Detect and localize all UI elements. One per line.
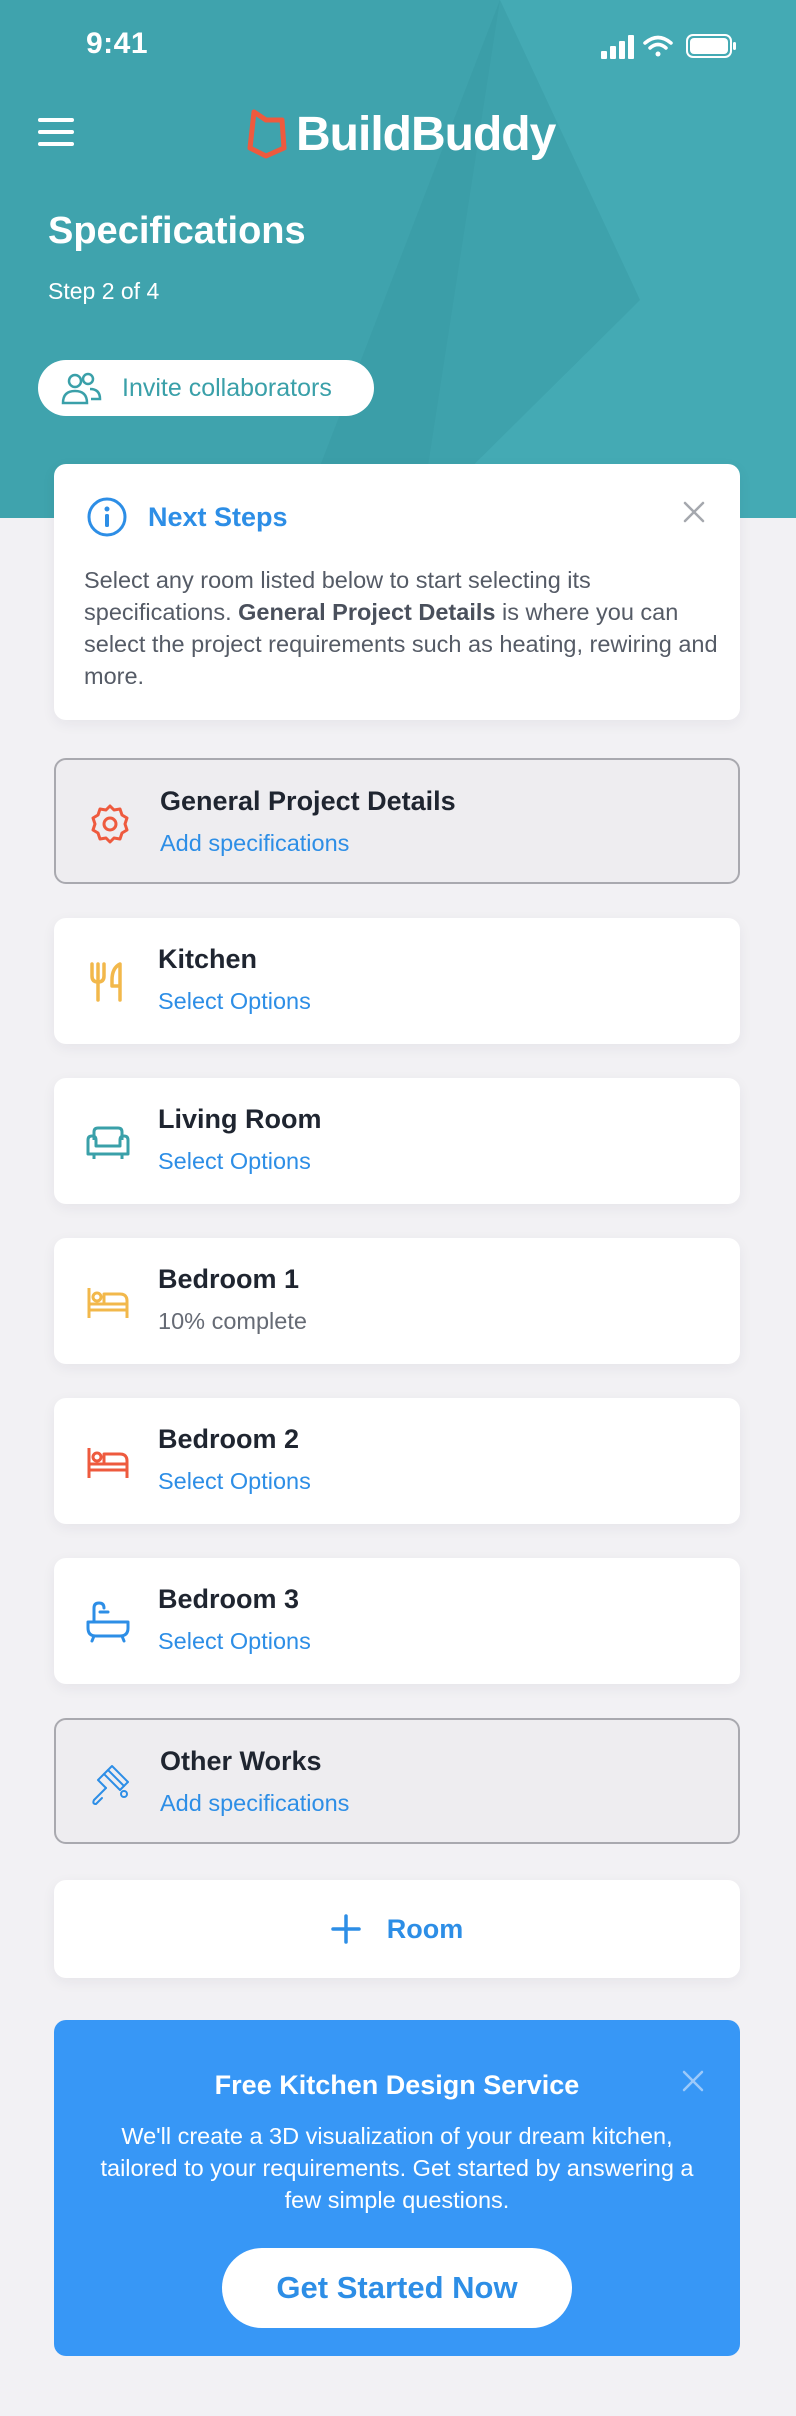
page-title: Specifications: [48, 210, 306, 252]
menu-button[interactable]: [36, 112, 76, 152]
step-indicator: Step 2 of 4: [48, 278, 160, 304]
room-card-other-works[interactable]: Other Works Add specifications: [54, 1718, 740, 1844]
room-name: General Project Details: [160, 786, 456, 816]
bed-icon: [87, 1288, 129, 1318]
people-icon: [61, 372, 102, 405]
close-icon[interactable]: [682, 500, 706, 524]
room-status-link[interactable]: Select Options: [158, 988, 311, 1015]
header: 9:41 BuildBuddy Specifications Step 2 of…: [0, 0, 796, 518]
room-status-link[interactable]: Select Options: [158, 1628, 311, 1655]
next-steps-card: Next Steps Select any room listed below …: [54, 464, 740, 720]
invite-collaborators-label: Invite collaborators: [122, 373, 332, 402]
logo-mark-icon: [247, 109, 287, 159]
plus-icon: [331, 1914, 361, 1944]
room-status-link[interactable]: Add specifications: [160, 830, 349, 857]
room-card-general-project-details[interactable]: General Project Details Add specificatio…: [54, 758, 740, 884]
promo-title: Free Kitchen Design Service: [214, 2070, 580, 2100]
room-name: Kitchen: [158, 944, 258, 974]
next-steps-title: Next Steps: [148, 502, 288, 532]
wifi-icon: [643, 35, 673, 57]
sofa-icon: [86, 1126, 130, 1159]
room-name: Living Room: [158, 1104, 322, 1134]
signal-icon: [601, 35, 634, 59]
kitchen-design-promo: Free Kitchen Design Service We'll create…: [54, 2020, 740, 2356]
room-progress-text: 10% complete: [158, 1308, 307, 1334]
room-card-bedroom-1[interactable]: Bedroom 1 10% complete: [54, 1238, 740, 1364]
room-status-link[interactable]: Add specifications: [160, 1790, 349, 1817]
status-bar: 9:41: [0, 0, 796, 90]
room-card-living-room[interactable]: Living Room Select Options: [54, 1078, 740, 1204]
gear-icon: [91, 804, 129, 844]
add-room-button[interactable]: Room: [54, 1880, 740, 1978]
next-steps-body: Select any room listed below to start se…: [84, 564, 724, 692]
logo: BuildBuddy: [244, 104, 556, 164]
logo-text: BuildBuddy: [296, 107, 556, 161]
room-name: Bedroom 1: [158, 1264, 300, 1294]
room-name: Bedroom 2: [158, 1424, 300, 1454]
invite-collaborators-button[interactable]: Invite collaborators: [38, 360, 374, 416]
battery-icon: [686, 34, 736, 58]
add-room-label: Room: [386, 1913, 464, 1944]
room-status-link[interactable]: Select Options: [158, 1148, 311, 1175]
get-started-button[interactable]: Get Started Now: [222, 2248, 572, 2328]
close-icon[interactable]: [682, 2070, 704, 2092]
status-icons: [601, 34, 736, 59]
room-card-kitchen[interactable]: Kitchen Select Options: [54, 918, 740, 1044]
fork-knife-icon: [90, 962, 122, 1002]
room-card-bedroom-3[interactable]: Bedroom 3 Select Options: [54, 1558, 740, 1684]
paint-roller-icon: [92, 1765, 129, 1805]
room-card-bedroom-2[interactable]: Bedroom 2 Select Options: [54, 1398, 740, 1524]
promo-body: We'll create a 3D visualization of your …: [100, 2123, 694, 2213]
bed-icon: [87, 1448, 129, 1478]
room-name: Bedroom 3: [158, 1584, 300, 1614]
room-name: Other Works: [160, 1746, 322, 1776]
status-time: 9:41: [86, 27, 149, 60]
info-icon: [87, 497, 127, 537]
room-status-link[interactable]: Select Options: [158, 1468, 311, 1495]
body-emphasis: General Project Details: [238, 599, 496, 625]
bathtub-icon: [86, 1601, 130, 1643]
